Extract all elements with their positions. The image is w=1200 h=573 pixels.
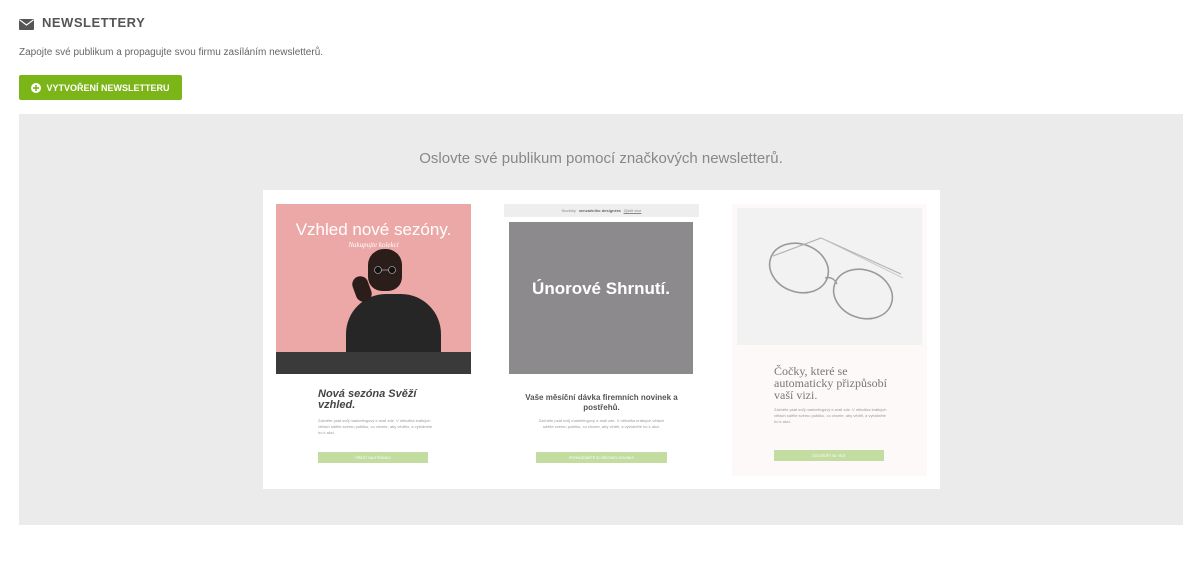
sunglasses-icon — [374, 266, 396, 274]
template-previews: Vzhled nové sezóny. Nakupujte kolekci No… — [263, 190, 940, 489]
template-card-season: Vzhled nové sezóny. Nakupujte kolekci No… — [276, 204, 471, 476]
topbar-link: Zjistit více — [623, 208, 642, 213]
template-topbar: Novinky senzačního designéra Zjistit víc… — [504, 204, 699, 217]
template-heading: Vaše měsíční dávka firemních novinek a p… — [525, 393, 678, 412]
template-cta-button: PROHLÉDNĚTE SI VŠECHNY NOVINKY — [536, 452, 667, 463]
eyeglasses-icon — [768, 237, 904, 320]
envelope-icon — [19, 17, 34, 30]
topbar-bold: senzačního designéra — [578, 208, 621, 213]
template-heading: Čočky, které se automaticky přizpůsobí v… — [774, 364, 887, 402]
template-heading: Nová sezóna Svěží vzhled. — [318, 388, 417, 411]
topbar-prefix: Novinky — [561, 208, 576, 213]
bench-shape — [276, 352, 471, 374]
showcase-heading: Oslovte své publikum pomocí značkových n… — [419, 150, 783, 167]
plus-circle-icon — [31, 82, 42, 93]
template-hero-image — [737, 208, 922, 345]
template-hero-title: Únorové Shrnutí. — [532, 279, 670, 298]
template-cta-button: PŘEJÍT NA STRÁNKU — [318, 452, 428, 463]
create-newsletter-label: VYTVOŘENÍ NEWSLETTERU — [46, 82, 170, 93]
template-hero-image: Vzhled nové sezóny. Nakupujte kolekci — [276, 204, 471, 374]
template-body: Začněte psát svůj marketingový e-mail zd… — [318, 418, 433, 435]
newsletter-showcase-panel: Oslovte své publikum pomocí značkových n… — [19, 114, 1183, 525]
template-cta-button: DOZVĚDĚT SE VÍCE — [774, 450, 884, 461]
template-hero-subtitle: Nakupujte kolekci — [348, 241, 399, 249]
create-newsletter-button[interactable]: VYTVOŘENÍ NEWSLETTERU — [19, 75, 182, 100]
page-title: NEWSLETTERY — [42, 15, 146, 30]
template-body: Začněte psát svůj marketingový e-mail zd… — [774, 407, 887, 424]
template-card-summary: Novinky senzačního designéra Zjistit víc… — [504, 204, 699, 476]
page-subtitle: Zapojte své publikum a propagujte svou f… — [19, 47, 324, 58]
template-body: Začněte psát svůj marketingový e-mail zd… — [538, 418, 665, 429]
template-hero-image: Únorové Shrnutí. — [509, 222, 693, 374]
page-header: NEWSLETTERY — [19, 15, 145, 30]
template-hero-title: Vzhled nové sezóny. — [295, 220, 452, 239]
template-card-lenses: Čočky, které se automaticky přizpůsobí v… — [732, 204, 927, 476]
